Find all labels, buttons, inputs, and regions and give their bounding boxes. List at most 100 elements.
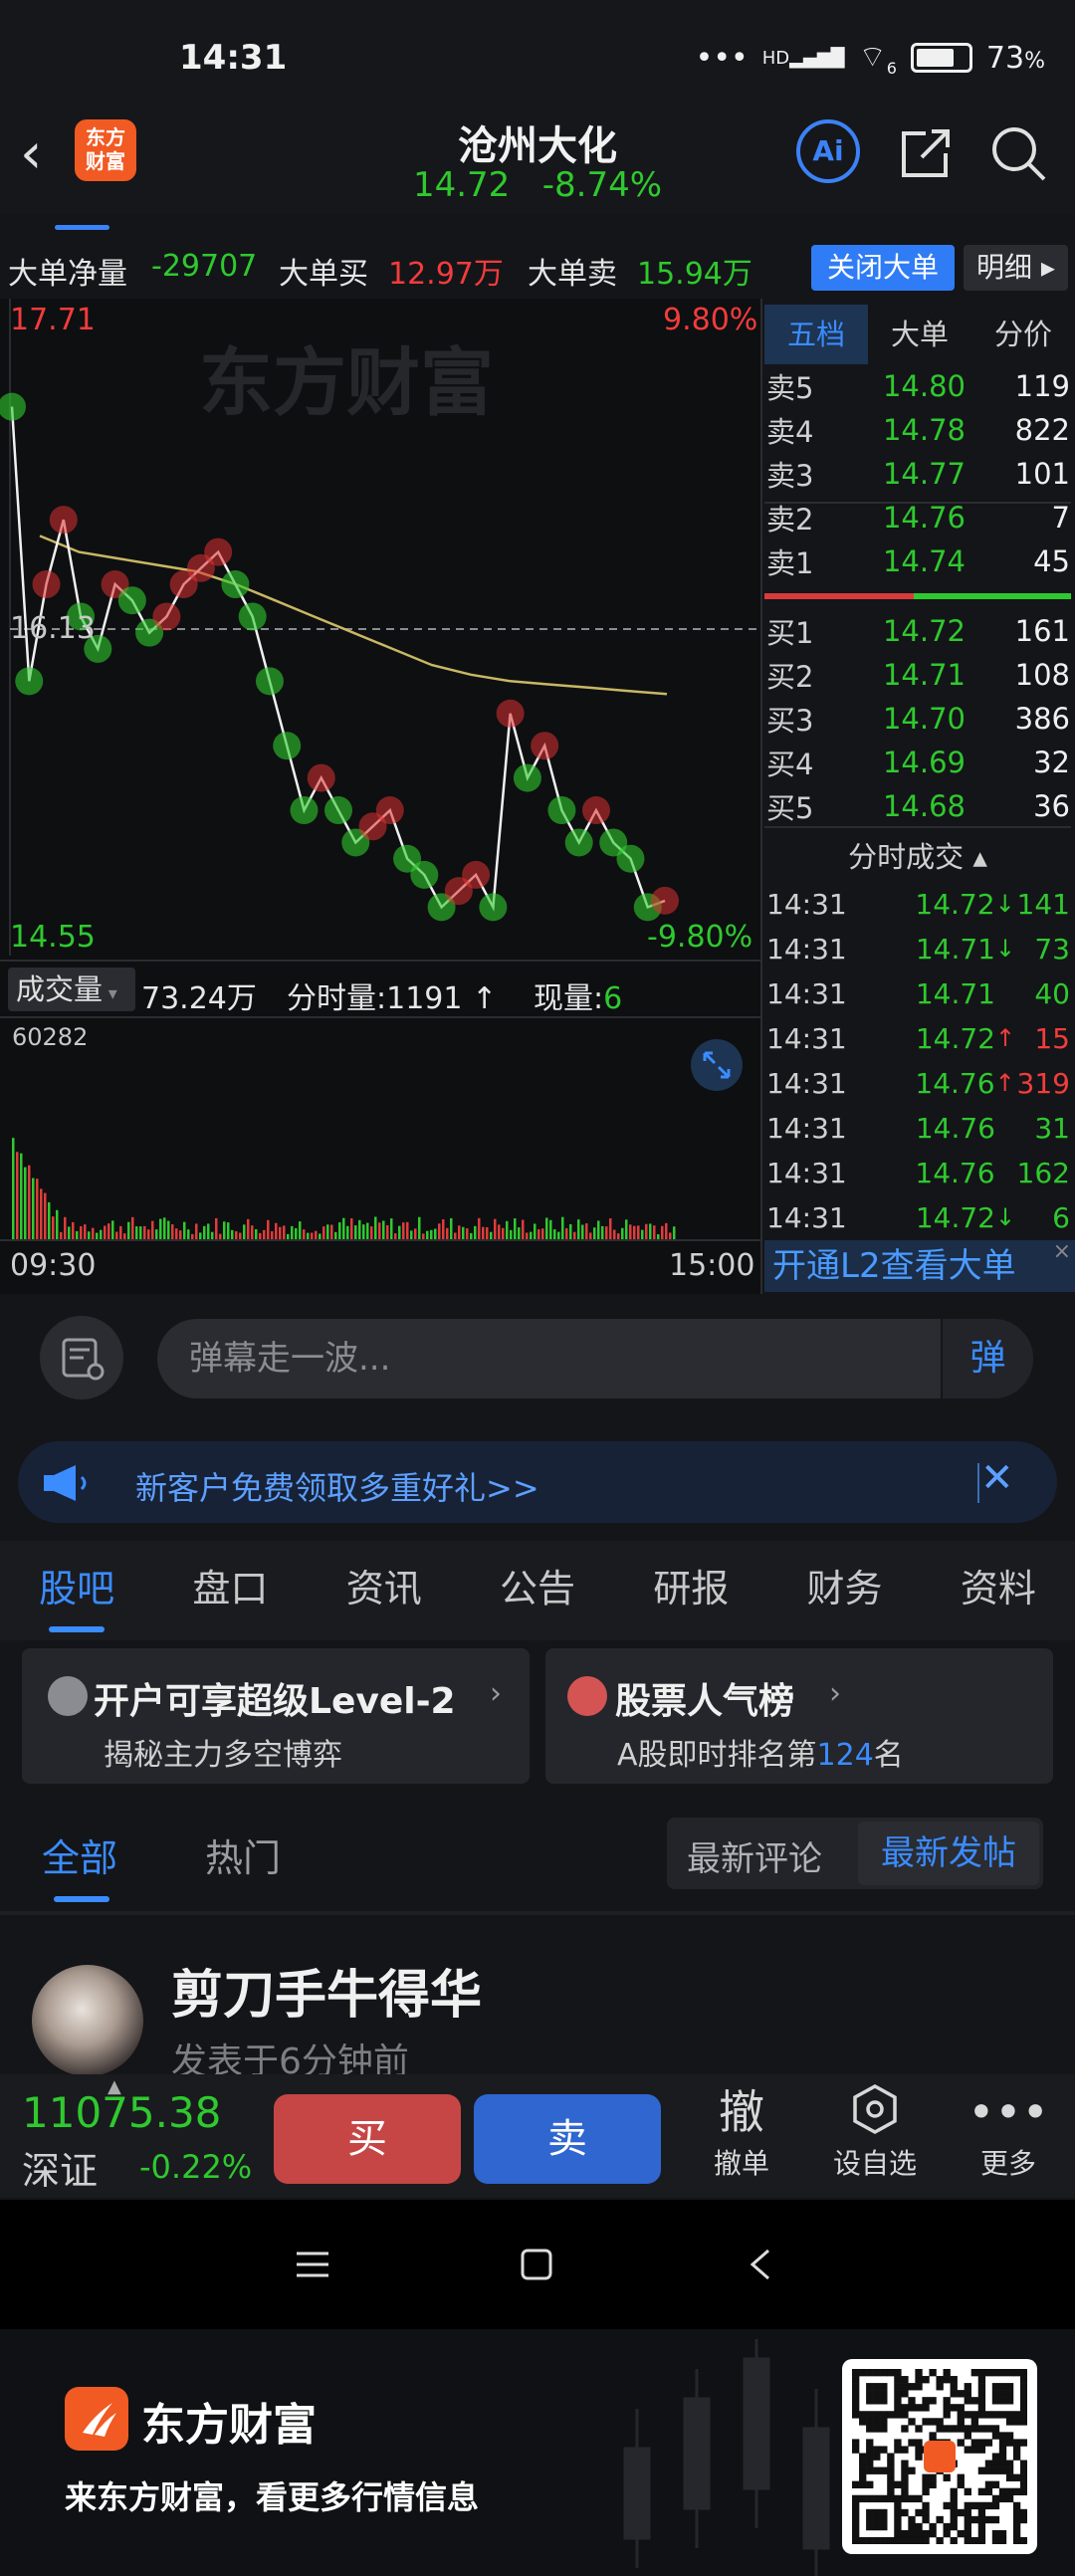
volume-bar — [649, 1223, 652, 1240]
more-button[interactable]: ••• 更多 — [954, 2082, 1063, 2182]
ai-assistant-icon[interactable]: Ai — [796, 119, 860, 183]
search-icon[interactable] — [988, 123, 1048, 183]
index-value[interactable]: 11075.38 — [22, 2088, 221, 2137]
volume-bar — [12, 1138, 15, 1240]
content-tabs: 股吧 盘口 资讯 公告 研报 财务 资料 — [0, 1541, 1075, 1640]
net-value: -29707 — [151, 249, 258, 284]
bid-row[interactable]: 买5 14.68 36 — [766, 784, 1070, 828]
close-big-order-button[interactable]: 关闭大单 — [811, 245, 955, 291]
tab-profile[interactable]: 资料 — [922, 1541, 1075, 1640]
bid-row[interactable]: 买4 14.69 32 — [766, 741, 1070, 784]
ask-row[interactable]: 卖4 14.78 822 — [766, 408, 1070, 452]
sort-latest-comment[interactable]: 最新评论 — [687, 1831, 822, 1880]
ask-row[interactable]: 卖3 14.77 101 — [766, 452, 1070, 496]
l2-upgrade-banner[interactable]: 开通L2查看大单 × — [764, 1239, 1075, 1292]
volume-bar — [283, 1225, 286, 1240]
volume-bar — [76, 1230, 79, 1240]
bid-row[interactable]: 买1 14.72 161 — [766, 609, 1070, 653]
avatar[interactable] — [32, 1965, 143, 2076]
volume-bar — [486, 1226, 489, 1240]
volume-bar — [68, 1226, 71, 1240]
volume-bar — [243, 1224, 246, 1240]
volume-bar — [474, 1225, 477, 1240]
ticks-title[interactable]: 分时成交 ▴ — [764, 834, 1071, 876]
volume-bar — [52, 1216, 55, 1240]
add-watchlist-button[interactable]: 设自选 — [820, 2082, 930, 2182]
sort-latest-post[interactable]: 最新发帖 — [858, 1822, 1039, 1885]
volume-bar — [72, 1221, 75, 1240]
menu-icon[interactable] — [295, 2250, 330, 2279]
post-author[interactable]: 剪刀手牛得华 — [171, 1953, 482, 2028]
volume-bar — [326, 1224, 329, 1240]
volume-bar — [458, 1225, 461, 1240]
volume-bar — [645, 1223, 648, 1240]
promo-text[interactable]: 新客户免费领取多重好礼>> — [135, 1463, 539, 1509]
popularity-card[interactable]: 股票人气榜 › A股即时排名第124名 — [545, 1648, 1053, 1784]
intraday-chart[interactable]: 东方财富 — [0, 299, 760, 1294]
cancel-order-button[interactable]: 撤 撤单 — [687, 2082, 796, 2182]
subtab-all[interactable]: 全部 — [42, 1827, 117, 1882]
tick-row: 14:31 14.76 162 — [766, 1156, 1070, 1189]
home-icon[interactable] — [520, 2248, 553, 2281]
ask-row[interactable]: 卖5 14.80 119 — [766, 364, 1070, 408]
tab-big-orders[interactable]: 大单 — [868, 305, 971, 364]
danmaku-input[interactable]: 弹幕走一波... — [157, 1319, 1033, 1398]
danmaku-send-button[interactable]: 弹 — [941, 1319, 1033, 1398]
volume-bar — [637, 1225, 640, 1240]
danmaku-settings-icon[interactable] — [40, 1316, 123, 1399]
tab-price-distribution[interactable]: 分价 — [971, 305, 1075, 364]
tab-news[interactable]: 资讯 — [308, 1541, 461, 1640]
volume-bar — [135, 1226, 138, 1240]
volume-bar — [625, 1219, 628, 1240]
bid-row[interactable]: 买2 14.71 108 — [766, 653, 1070, 697]
chart-pct-low: -9.80% — [647, 920, 753, 955]
volume-bar — [482, 1226, 485, 1240]
volume-bar — [414, 1228, 417, 1240]
volume-bar — [669, 1232, 672, 1240]
volume-bar — [541, 1228, 544, 1240]
volume-bar — [354, 1225, 357, 1240]
close-icon[interactable]: ✕ — [980, 1455, 1014, 1501]
bid-row[interactable]: 买3 14.70 386 — [766, 697, 1070, 741]
chart-watermark: 东方财富 — [199, 340, 494, 426]
tab-pankou[interactable]: 盘口 — [153, 1541, 307, 1640]
footer-brand: 东方财富 — [141, 2400, 317, 2451]
volume-indicator-dropdown[interactable]: 成交量 ▾ — [8, 967, 135, 1011]
tab-guba[interactable]: 股吧 — [0, 1541, 153, 1640]
detail-button[interactable]: 明细 ▸ — [964, 245, 1068, 291]
volume-bar — [565, 1227, 568, 1240]
tab-research[interactable]: 研报 — [614, 1541, 767, 1640]
time-end: 15:00 — [669, 1248, 755, 1283]
candlestick-decoration — [623, 2339, 830, 2576]
volume-bar — [271, 1231, 274, 1240]
sell-button[interactable]: 卖 — [474, 2094, 661, 2184]
tab-announcements[interactable]: 公告 — [461, 1541, 614, 1640]
volume-bar — [139, 1226, 142, 1240]
volume-bar — [430, 1229, 433, 1240]
big-order-dot — [547, 796, 576, 825]
expand-icon[interactable] — [691, 1039, 743, 1091]
back-icon[interactable] — [749, 2248, 772, 2281]
level2-icon — [48, 1676, 88, 1716]
volume-bar — [24, 1167, 27, 1240]
volume-bar — [673, 1226, 676, 1240]
share-icon[interactable] — [896, 123, 956, 183]
buy-button[interactable]: 买 — [274, 2094, 461, 2184]
ask-row[interactable]: 卖1 14.74 45 — [766, 539, 1070, 583]
subtab-hot[interactable]: 热门 — [205, 1827, 281, 1882]
tick-row: 14:31 14.76 31 — [766, 1111, 1070, 1145]
volume-bar — [410, 1230, 413, 1240]
tab-finance[interactable]: 财务 — [767, 1541, 921, 1640]
big-order-dot — [152, 602, 181, 631]
level2-card[interactable]: 开户可享超级Level-2 › 揭秘主力多空博弈 — [22, 1648, 530, 1784]
brand-logo — [65, 2387, 128, 2451]
volume-bar — [454, 1232, 457, 1240]
qr-code[interactable] — [842, 2359, 1037, 2554]
tick-volume: 分时量:1191 ↑ — [287, 981, 498, 1016]
big-order-dot — [307, 763, 335, 792]
dots-icon: ••• — [695, 40, 749, 76]
big-order-dot — [410, 860, 439, 889]
volume-bar — [478, 1217, 481, 1240]
tab-five-levels[interactable]: 五档 — [764, 305, 868, 364]
volume-bar — [48, 1201, 51, 1240]
